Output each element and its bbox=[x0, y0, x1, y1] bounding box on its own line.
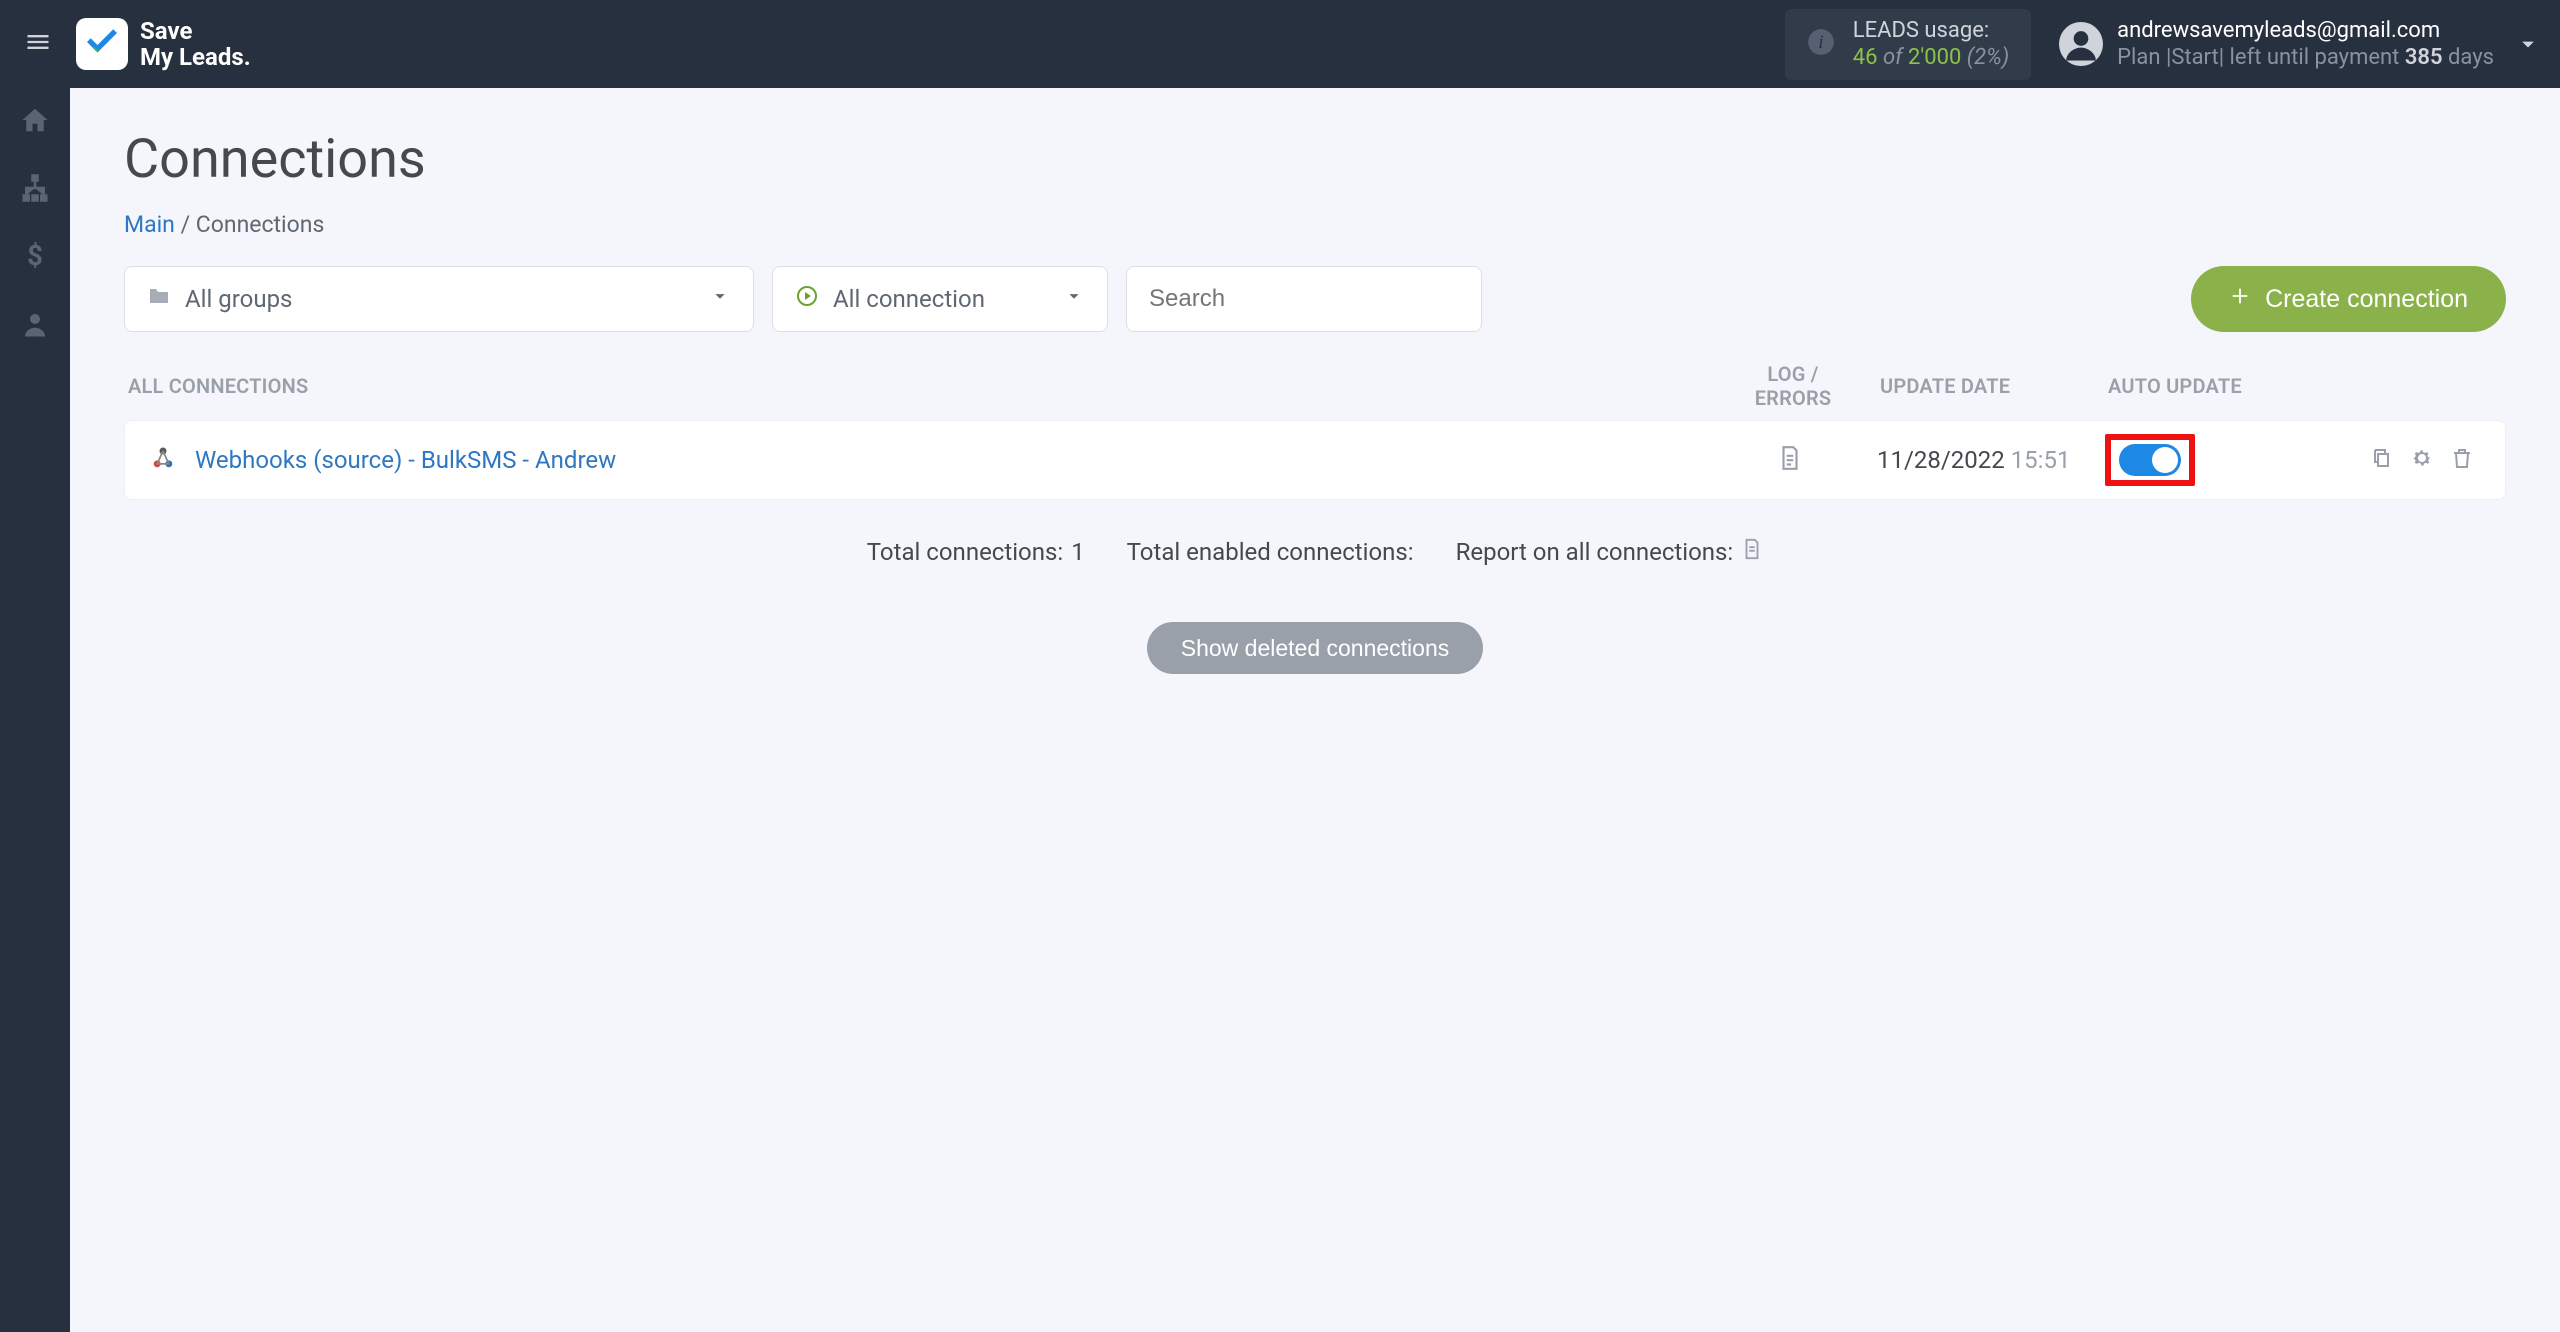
usage-text: LEADS usage: 46 of 2'000 (2%) bbox=[1853, 17, 2009, 72]
user-icon bbox=[20, 309, 50, 343]
hamburger-icon bbox=[24, 28, 52, 60]
col-log: LOG / ERRORS bbox=[1728, 362, 1858, 410]
summary-total-label: Total connections: bbox=[867, 538, 1063, 566]
breadcrumb-main[interactable]: Main bbox=[124, 211, 175, 238]
settings-button[interactable] bbox=[2407, 445, 2437, 475]
topbar-right: i LEADS usage: 46 of 2'000 (2%) andrewsa… bbox=[1785, 9, 2542, 80]
summary-total: Total connections: 1 bbox=[867, 538, 1085, 566]
search-input[interactable] bbox=[1149, 285, 1459, 313]
create-connection-label: Create connection bbox=[2265, 285, 2468, 314]
breadcrumb-current: Connections bbox=[196, 211, 325, 238]
plan-prefix: Plan |Start| left until payment bbox=[2117, 45, 2405, 70]
usage-total: 2'000 bbox=[1908, 45, 1961, 70]
plan-days: 385 bbox=[2405, 45, 2443, 70]
breadcrumb: Main / Connections bbox=[124, 211, 2506, 238]
highlight-annotation bbox=[2105, 434, 2195, 486]
trash-icon bbox=[2450, 446, 2474, 474]
column-headers: ALL CONNECTIONS LOG / ERRORS UPDATE DATE… bbox=[124, 362, 2506, 410]
connection-link[interactable]: Webhooks (source) - BulkSMS - Andrew bbox=[195, 446, 616, 474]
copy-icon bbox=[2370, 446, 2394, 474]
breadcrumb-sep: / bbox=[175, 211, 196, 238]
account-menu[interactable]: andrewsavemyleads@gmail.com Plan |Start|… bbox=[2059, 17, 2542, 72]
sidebar-item-connections[interactable] bbox=[0, 156, 70, 224]
webhook-icon bbox=[149, 444, 177, 476]
summary-report-label: Report on all connections: bbox=[1456, 538, 1734, 566]
sidebar-item-home[interactable] bbox=[0, 88, 70, 156]
connection-name-cell: Webhooks (source) - BulkSMS - Andrew bbox=[125, 444, 1725, 476]
avatar-icon bbox=[2059, 22, 2103, 66]
controls-row: All groups All connection Create connect… bbox=[124, 266, 2506, 332]
groups-select[interactable]: All groups bbox=[124, 266, 754, 332]
status-select[interactable]: All connection bbox=[772, 266, 1108, 332]
svg-text:i: i bbox=[1818, 32, 1823, 53]
update-date: 11/28/2022 bbox=[1877, 446, 2005, 474]
auto-update-toggle[interactable] bbox=[2119, 444, 2181, 476]
create-connection-button[interactable]: Create connection bbox=[2191, 266, 2506, 332]
show-deleted-button[interactable]: Show deleted connections bbox=[1147, 622, 1484, 674]
usage-label: LEADS usage: bbox=[1853, 17, 2009, 45]
topbar-left: Save My Leads. bbox=[0, 18, 251, 71]
brand-line1: Save bbox=[140, 18, 251, 44]
summary-report[interactable]: Report on all connections: bbox=[1456, 538, 1764, 566]
col-update: UPDATE DATE bbox=[1858, 374, 2108, 398]
usage-of: of bbox=[1883, 45, 1903, 70]
update-time: 15:51 bbox=[2011, 446, 2071, 474]
brand-line2: My Leads. bbox=[140, 44, 251, 70]
account-email: andrewsavemyleads@gmail.com bbox=[2117, 17, 2494, 45]
dollar-icon: $ bbox=[20, 241, 50, 275]
document-icon bbox=[1777, 445, 1803, 475]
chevron-down-icon bbox=[709, 285, 731, 313]
info-icon: i bbox=[1807, 28, 1835, 60]
check-icon bbox=[84, 24, 120, 64]
show-deleted-label: Show deleted connections bbox=[1181, 635, 1450, 661]
connection-row: Webhooks (source) - BulkSMS - Andrew 11/… bbox=[124, 420, 2506, 500]
sidebar: $ bbox=[0, 88, 70, 1332]
col-auto: AUTO UPDATE bbox=[2108, 374, 2298, 398]
account-plan: Plan |Start| left until payment 385 days bbox=[2117, 44, 2494, 72]
document-icon bbox=[1741, 538, 1763, 566]
usage-used: 46 bbox=[1853, 45, 1878, 70]
main: Connections Main / Connections All group… bbox=[70, 88, 2560, 1332]
plan-suffix: days bbox=[2443, 45, 2494, 70]
gear-icon bbox=[2410, 446, 2434, 474]
sidebar-item-billing[interactable]: $ bbox=[0, 224, 70, 292]
groups-select-label: All groups bbox=[185, 285, 292, 313]
plus-icon bbox=[2229, 285, 2251, 314]
play-circle-icon bbox=[795, 284, 819, 314]
chevron-down-icon bbox=[2514, 30, 2542, 58]
brand[interactable]: Save My Leads. bbox=[76, 18, 251, 71]
account-text: andrewsavemyleads@gmail.com Plan |Start|… bbox=[2117, 17, 2494, 72]
brand-logo bbox=[76, 18, 128, 70]
page-title: Connections bbox=[124, 128, 2506, 191]
sidebar-item-profile[interactable] bbox=[0, 292, 70, 360]
topbar: Save My Leads. i LEADS usage: 46 of 2'00… bbox=[0, 0, 2560, 88]
status-select-label: All connection bbox=[833, 285, 985, 313]
toggle-knob bbox=[2152, 447, 2178, 473]
search-field-wrap bbox=[1126, 266, 1482, 332]
svg-text:$: $ bbox=[27, 241, 43, 271]
summary-enabled: Total enabled connections: bbox=[1127, 538, 1414, 566]
menu-toggle[interactable] bbox=[18, 24, 58, 64]
folder-icon bbox=[147, 284, 171, 314]
summary-row: Total connections: 1 Total enabled conne… bbox=[124, 538, 2506, 566]
brand-text: Save My Leads. bbox=[140, 18, 251, 71]
update-cell: 11/28/2022 15:51 bbox=[1855, 446, 2105, 474]
log-cell[interactable] bbox=[1725, 445, 1855, 475]
leads-usage-box[interactable]: i LEADS usage: 46 of 2'000 (2%) bbox=[1785, 9, 2031, 80]
col-all: ALL CONNECTIONS bbox=[128, 374, 1728, 398]
usage-pct: (2%) bbox=[1967, 45, 2009, 70]
summary-enabled-label: Total enabled connections: bbox=[1127, 538, 1414, 566]
home-icon bbox=[20, 105, 50, 139]
row-actions bbox=[2295, 445, 2505, 475]
auto-update-cell bbox=[2105, 434, 2295, 486]
sitemap-icon bbox=[20, 173, 50, 207]
delete-button[interactable] bbox=[2447, 445, 2477, 475]
chevron-down-icon bbox=[1063, 285, 1085, 313]
summary-total-value: 1 bbox=[1071, 538, 1085, 566]
copy-button[interactable] bbox=[2367, 445, 2397, 475]
usage-values: 46 of 2'000 (2%) bbox=[1853, 44, 2009, 72]
